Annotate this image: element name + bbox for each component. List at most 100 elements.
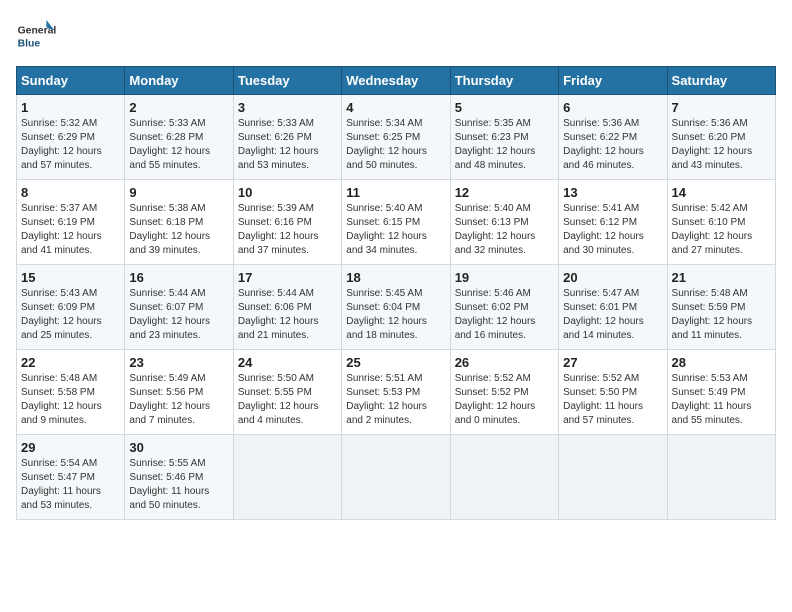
day-info: Sunrise: 5:46 AM Sunset: 6:02 PM Dayligh… (455, 287, 554, 343)
day-number: 28 (672, 355, 771, 370)
header-cell-saturday: Saturday (667, 67, 775, 95)
day-number: 27 (563, 355, 662, 370)
day-number: 25 (346, 355, 445, 370)
day-number: 7 (672, 100, 771, 115)
day-info: Sunrise: 5:52 AM Sunset: 5:52 PM Dayligh… (455, 372, 554, 428)
day-info: Sunrise: 5:45 AM Sunset: 6:04 PM Dayligh… (346, 287, 445, 343)
day-number: 14 (672, 185, 771, 200)
header: General Blue (16, 16, 776, 56)
calendar-cell (342, 435, 450, 520)
day-number: 20 (563, 270, 662, 285)
svg-text:Blue: Blue (18, 38, 41, 49)
day-info: Sunrise: 5:32 AM Sunset: 6:29 PM Dayligh… (21, 117, 120, 173)
day-info: Sunrise: 5:48 AM Sunset: 5:59 PM Dayligh… (672, 287, 771, 343)
calendar-cell: 22 Sunrise: 5:48 AM Sunset: 5:58 PM Dayli… (17, 350, 125, 435)
calendar-body: 1 Sunrise: 5:32 AM Sunset: 6:29 PM Daylig… (17, 95, 776, 520)
calendar-cell (233, 435, 341, 520)
day-number: 6 (563, 100, 662, 115)
day-number: 21 (672, 270, 771, 285)
calendar-cell: 27 Sunrise: 5:52 AM Sunset: 5:50 PM Dayli… (559, 350, 667, 435)
calendar-week-4: 22 Sunrise: 5:48 AM Sunset: 5:58 PM Dayli… (17, 350, 776, 435)
day-number: 3 (238, 100, 337, 115)
day-number: 9 (129, 185, 228, 200)
calendar-cell: 11 Sunrise: 5:40 AM Sunset: 6:15 PM Dayli… (342, 180, 450, 265)
day-number: 22 (21, 355, 120, 370)
day-number: 4 (346, 100, 445, 115)
calendar-cell: 15 Sunrise: 5:43 AM Sunset: 6:09 PM Dayli… (17, 265, 125, 350)
day-info: Sunrise: 5:36 AM Sunset: 6:22 PM Dayligh… (563, 117, 662, 173)
calendar-cell: 1 Sunrise: 5:32 AM Sunset: 6:29 PM Daylig… (17, 95, 125, 180)
calendar-cell: 13 Sunrise: 5:41 AM Sunset: 6:12 PM Dayli… (559, 180, 667, 265)
calendar-cell: 26 Sunrise: 5:52 AM Sunset: 5:52 PM Dayli… (450, 350, 558, 435)
calendar-cell: 2 Sunrise: 5:33 AM Sunset: 6:28 PM Daylig… (125, 95, 233, 180)
day-number: 5 (455, 100, 554, 115)
day-number: 13 (563, 185, 662, 200)
day-number: 1 (21, 100, 120, 115)
day-number: 18 (346, 270, 445, 285)
header-cell-wednesday: Wednesday (342, 67, 450, 95)
header-cell-tuesday: Tuesday (233, 67, 341, 95)
day-number: 10 (238, 185, 337, 200)
header-cell-monday: Monday (125, 67, 233, 95)
day-info: Sunrise: 5:39 AM Sunset: 6:16 PM Dayligh… (238, 202, 337, 258)
day-info: Sunrise: 5:41 AM Sunset: 6:12 PM Dayligh… (563, 202, 662, 258)
calendar-cell: 7 Sunrise: 5:36 AM Sunset: 6:20 PM Daylig… (667, 95, 775, 180)
calendar-cell: 25Sunrise: 5:51 AM Sunset: 5:53 PM Dayli… (342, 350, 450, 435)
day-info: Sunrise: 5:44 AM Sunset: 6:07 PM Dayligh… (129, 287, 228, 343)
calendar-week-2: 8Sunrise: 5:37 AM Sunset: 6:19 PM Daylig… (17, 180, 776, 265)
day-info: Sunrise: 5:36 AM Sunset: 6:20 PM Dayligh… (672, 117, 771, 173)
header-cell-sunday: Sunday (17, 67, 125, 95)
day-info: Sunrise: 5:55 AM Sunset: 5:46 PM Dayligh… (129, 457, 228, 513)
calendar-week-3: 15 Sunrise: 5:43 AM Sunset: 6:09 PM Dayli… (17, 265, 776, 350)
day-info: Sunrise: 5:34 AM Sunset: 6:25 PM Dayligh… (346, 117, 445, 173)
calendar-cell: 3 Sunrise: 5:33 AM Sunset: 6:26 PM Daylig… (233, 95, 341, 180)
day-number: 29 (21, 440, 120, 455)
calendar-cell (450, 435, 558, 520)
calendar-cell: 6 Sunrise: 5:36 AM Sunset: 6:22 PM Daylig… (559, 95, 667, 180)
calendar-cell: 24Sunrise: 5:50 AM Sunset: 5:55 PM Dayli… (233, 350, 341, 435)
calendar-cell: 17 Sunrise: 5:44 AM Sunset: 6:06 PM Dayli… (233, 265, 341, 350)
day-info: Sunrise: 5:33 AM Sunset: 6:26 PM Dayligh… (238, 117, 337, 173)
day-info: Sunrise: 5:49 AM Sunset: 5:56 PM Dayligh… (129, 372, 228, 428)
day-number: 16 (129, 270, 228, 285)
calendar-cell: 8Sunrise: 5:37 AM Sunset: 6:19 PM Daylig… (17, 180, 125, 265)
day-number: 15 (21, 270, 120, 285)
calendar-cell (559, 435, 667, 520)
calendar-cell: 18 Sunrise: 5:45 AM Sunset: 6:04 PM Dayli… (342, 265, 450, 350)
calendar-week-1: 1 Sunrise: 5:32 AM Sunset: 6:29 PM Daylig… (17, 95, 776, 180)
day-number: 19 (455, 270, 554, 285)
header-row: SundayMondayTuesdayWednesdayThursdayFrid… (17, 67, 776, 95)
calendar-cell: 10 Sunrise: 5:39 AM Sunset: 6:16 PM Dayli… (233, 180, 341, 265)
calendar-cell: 28 Sunrise: 5:53 AM Sunset: 5:49 PM Dayli… (667, 350, 775, 435)
calendar-cell: 16 Sunrise: 5:44 AM Sunset: 6:07 PM Dayli… (125, 265, 233, 350)
header-cell-thursday: Thursday (450, 67, 558, 95)
day-number: 17 (238, 270, 337, 285)
day-number: 2 (129, 100, 228, 115)
calendar-header: SundayMondayTuesdayWednesdayThursdayFrid… (17, 67, 776, 95)
calendar-cell: 23Sunrise: 5:49 AM Sunset: 5:56 PM Dayli… (125, 350, 233, 435)
day-number: 30 (129, 440, 228, 455)
day-number: 24 (238, 355, 337, 370)
day-number: 8 (21, 185, 120, 200)
calendar-cell: 19 Sunrise: 5:46 AM Sunset: 6:02 PM Dayli… (450, 265, 558, 350)
day-info: Sunrise: 5:38 AM Sunset: 6:18 PM Dayligh… (129, 202, 228, 258)
day-info: Sunrise: 5:40 AM Sunset: 6:13 PM Dayligh… (455, 202, 554, 258)
day-info: Sunrise: 5:52 AM Sunset: 5:50 PM Dayligh… (563, 372, 662, 428)
day-info: Sunrise: 5:33 AM Sunset: 6:28 PM Dayligh… (129, 117, 228, 173)
day-number: 12 (455, 185, 554, 200)
day-number: 11 (346, 185, 445, 200)
logo: General Blue (16, 16, 60, 56)
calendar-cell: 29 Sunrise: 5:54 AM Sunset: 5:47 PM Dayli… (17, 435, 125, 520)
day-info: Sunrise: 5:35 AM Sunset: 6:23 PM Dayligh… (455, 117, 554, 173)
day-info: Sunrise: 5:54 AM Sunset: 5:47 PM Dayligh… (21, 457, 120, 513)
calendar-cell: 12 Sunrise: 5:40 AM Sunset: 6:13 PM Dayli… (450, 180, 558, 265)
day-number: 26 (455, 355, 554, 370)
calendar-cell: 21 Sunrise: 5:48 AM Sunset: 5:59 PM Dayli… (667, 265, 775, 350)
day-info: Sunrise: 5:53 AM Sunset: 5:49 PM Dayligh… (672, 372, 771, 428)
day-info: Sunrise: 5:43 AM Sunset: 6:09 PM Dayligh… (21, 287, 120, 343)
day-info: Sunrise: 5:44 AM Sunset: 6:06 PM Dayligh… (238, 287, 337, 343)
day-info: Sunrise: 5:40 AM Sunset: 6:15 PM Dayligh… (346, 202, 445, 258)
calendar-cell: 5 Sunrise: 5:35 AM Sunset: 6:23 PM Daylig… (450, 95, 558, 180)
day-info: Sunrise: 5:48 AM Sunset: 5:58 PM Dayligh… (21, 372, 120, 428)
calendar-week-5: 29 Sunrise: 5:54 AM Sunset: 5:47 PM Dayli… (17, 435, 776, 520)
